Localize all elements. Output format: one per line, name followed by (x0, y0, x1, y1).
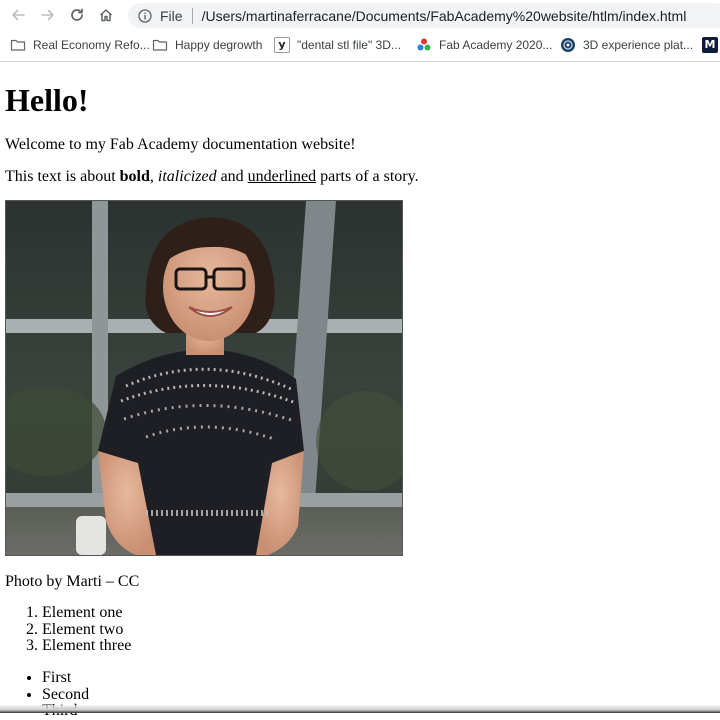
bookmark-label: 3D experience plat... (583, 38, 694, 52)
bookmark-overflow[interactable]: M (702, 33, 720, 57)
home-icon (99, 9, 113, 22)
ordered-list-item: Element one (42, 604, 131, 622)
bookmark-fab-academy[interactable]: Fab Academy 2020... (416, 33, 552, 57)
reload-button[interactable] (65, 4, 89, 26)
text-underlined: underlined (247, 168, 317, 185)
welcome-paragraph: Welcome to my Fab Academy documentation … (5, 136, 356, 153)
text-bold: bold (119, 168, 150, 185)
unordered-list-item: First (42, 669, 89, 687)
forward-button[interactable] (36, 4, 60, 26)
omnibox-divider (191, 7, 193, 24)
url-text[interactable]: /Users/martinaferracane/Documents/FabAca… (202, 8, 687, 24)
arrow-left-icon (12, 9, 25, 21)
browser-chrome: File /Users/martinaferracane/Documents/F… (0, 0, 720, 62)
unordered-list-item: Second (42, 686, 89, 704)
arrow-right-icon (41, 9, 54, 21)
reload-icon (71, 8, 83, 21)
compass-icon (560, 37, 576, 53)
address-bar[interactable]: File /Users/martinaferracane/Documents/F… (128, 3, 720, 28)
ordered-list-item: Element two (42, 621, 131, 639)
text-italic: italicized (157, 168, 217, 185)
folder-icon (10, 37, 26, 53)
bookmark-label: Happy degrowth (175, 38, 263, 52)
bookmark-label: Real Economy Refo... (33, 38, 150, 52)
bookmark-3d-experience[interactable]: 3D experience plat... (560, 33, 693, 57)
photo-caption: Photo by Marti – CC (5, 573, 140, 590)
url-scheme-label: File (160, 7, 183, 24)
browser-toolbar: File /Users/martinaferracane/Documents/F… (0, 0, 720, 30)
text-plain: , (149, 168, 158, 185)
page-heading: Hello! (5, 82, 89, 118)
portrait-photo (5, 200, 403, 556)
bookmarks-bar: Real Economy Refo... Happy degrowth y "d… (0, 33, 720, 57)
yeggi-icon: y (274, 37, 290, 53)
ordered-list-item: Element three (42, 637, 131, 655)
back-button[interactable] (6, 4, 30, 26)
folder-icon (152, 37, 168, 53)
bookmark-label: "dental stl file" 3D... (297, 38, 401, 52)
info-icon[interactable] (138, 8, 152, 23)
ordered-list: Element one Element two Element three (5, 604, 131, 655)
text-plain: and (216, 168, 248, 185)
text-plain: This text is about (5, 168, 120, 185)
bookmark-happy-degrowth[interactable]: Happy degrowth (152, 33, 262, 57)
m-app-icon: M (702, 37, 718, 53)
formatting-paragraph: This text is about bold, italicized and … (5, 168, 419, 186)
bookmark-label: Fab Academy 2020... (439, 38, 553, 52)
bottom-edge-shadow (0, 705, 720, 713)
text-plain: parts of a story. (316, 168, 419, 185)
fab-icon (416, 37, 432, 53)
home-button[interactable] (94, 4, 118, 26)
bookmark-real-economy[interactable]: Real Economy Refo... (10, 33, 150, 57)
bookmark-dental-stl[interactable]: y "dental stl file" 3D... (274, 33, 401, 57)
